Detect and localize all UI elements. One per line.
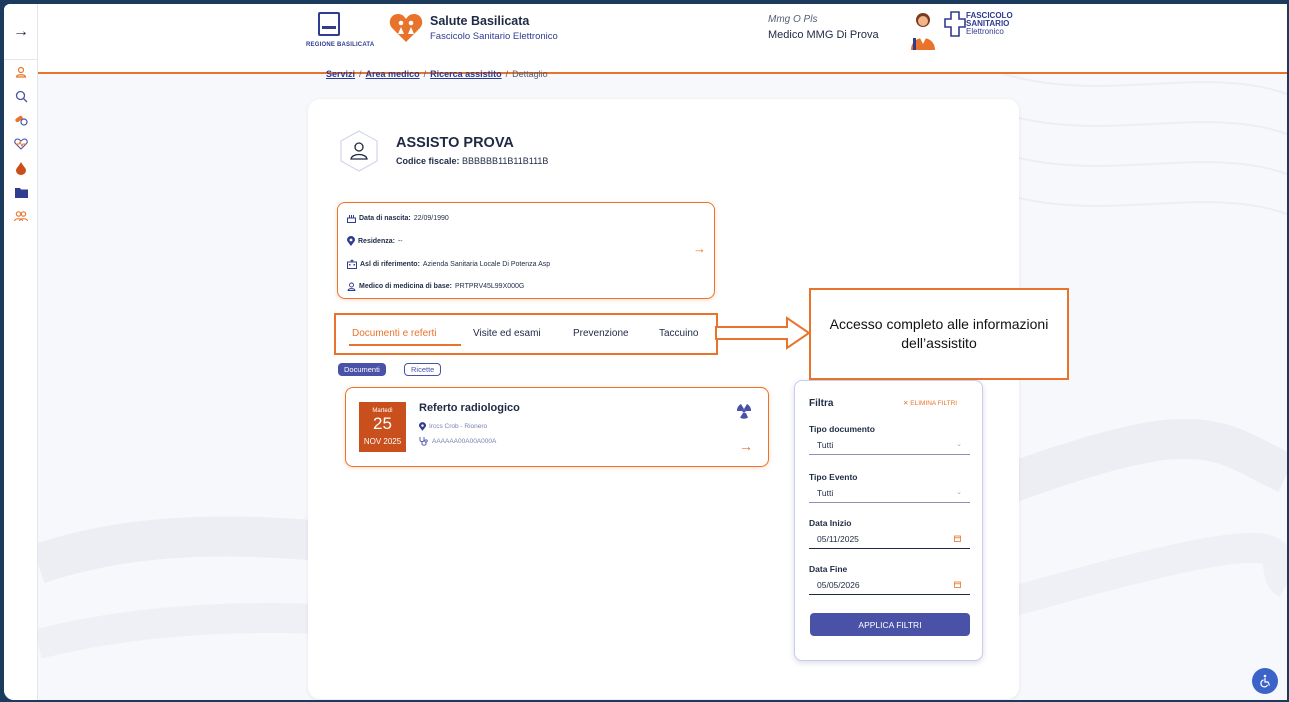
birth-date-row: Data di nascita: 22/09/1990 <box>347 214 449 223</box>
tab-visite-esami[interactable]: Visite ed esami <box>473 328 541 339</box>
sidebar: → <box>4 4 38 700</box>
folder-icon <box>14 187 28 198</box>
tab-prevenzione[interactable]: Prevenzione <box>573 328 629 339</box>
wheelchair-icon <box>1260 674 1271 688</box>
sidebar-item-health[interactable] <box>11 134 31 154</box>
document-card[interactable]: Martedì 25 NOV 2025 Referto radiologico … <box>345 387 769 467</box>
document-title: Referto radiologico <box>419 402 520 414</box>
sidebar-item-family[interactable] <box>11 206 31 226</box>
start-date-input[interactable]: 05/11/2025 <box>809 529 970 549</box>
doc-type-select[interactable]: Tutti ⌄ <box>809 435 970 455</box>
arrow-right-icon: → <box>13 22 29 40</box>
close-icon: ✕ <box>903 400 909 407</box>
radiation-icon <box>736 404 752 419</box>
apply-filters-button[interactable]: APPLICA FILTRI <box>810 613 970 636</box>
breadcrumb-current: Dettaglio <box>512 69 548 79</box>
arrow-right-icon[interactable]: → <box>693 241 706 256</box>
callout-arrow <box>715 316 811 350</box>
end-date-input[interactable]: 05/05/2026 <box>809 575 970 595</box>
calendar-icon <box>954 535 961 542</box>
breadcrumb-area-medico[interactable]: Area medico <box>366 69 420 79</box>
chevron-down-icon: ⌄ <box>956 441 962 448</box>
tabs-highlight-box: Documenti e referti Visite ed esami Prev… <box>334 313 718 355</box>
sidebar-toggle-button[interactable]: → <box>4 4 38 60</box>
event-type-label: Tipo Evento <box>809 472 858 482</box>
person-icon <box>347 282 356 291</box>
filter-title: Filtra <box>809 398 834 409</box>
fse-logo[interactable]: FASCICOLO SANITARIO Elettronico <box>944 10 1024 46</box>
document-date-tile: Martedì 25 NOV 2025 <box>359 402 406 452</box>
regione-emblem-icon <box>318 12 340 36</box>
doctor-avatar[interactable] <box>908 10 938 50</box>
sidebar-item-prescriptions[interactable] <box>11 110 31 130</box>
sidebar-item-search[interactable] <box>11 86 31 106</box>
users-icon <box>14 211 28 222</box>
location-pin-icon <box>419 422 426 431</box>
breadcrumb-ricerca-assistito[interactable]: Ricerca assistito <box>430 69 502 79</box>
active-tab-indicator <box>349 344 461 346</box>
user-name[interactable]: Medico MMG Di Prova <box>768 29 879 41</box>
user-icon <box>15 66 27 78</box>
event-type-select[interactable]: Tutti ⌄ <box>809 483 970 503</box>
residence-row: Residenza: -- <box>347 236 403 246</box>
prescriptions-filter-pill[interactable]: Ricette <box>404 363 442 376</box>
regione-basilicata-logo[interactable]: REGIONE BASILICATA <box>306 12 374 54</box>
sidebar-item-blood[interactable] <box>11 158 31 178</box>
salute-basilicata-logo[interactable] <box>388 12 424 44</box>
app-title: Salute Basilicata <box>430 14 530 28</box>
tab-taccuino[interactable]: Taccuino <box>659 328 698 339</box>
patient-fiscal-code: Codice fiscale: BBBBBB11B11B111B <box>396 156 549 166</box>
breadcrumb: Servizi / Area medico / Ricerca assistito / De… <box>326 69 548 79</box>
chevron-down-icon: ⌄ <box>956 489 962 496</box>
patient-name: ASSISTO PROVA <box>396 135 514 151</box>
doctor-row: Medico di medicina di base: PRTPRV45L99X0… <box>347 282 524 291</box>
cake-icon <box>347 215 356 223</box>
tab-documenti-referti[interactable]: Documenti e referti <box>352 328 436 339</box>
fse-cross-icon <box>944 11 966 37</box>
blood-drop-icon <box>16 161 26 175</box>
hospital-icon <box>347 259 357 269</box>
asl-row: Asl di riferimento: Azienda Sanitaria Loc… <box>347 259 550 269</box>
clear-filters-button[interactable]: ✕ ELIMINA FILTRI <box>903 399 957 407</box>
breadcrumb-servizi[interactable]: Servizi <box>326 69 355 79</box>
pills-icon <box>15 115 28 126</box>
stethoscope-icon <box>419 437 428 446</box>
region-label: REGIONE BASILICATA <box>306 42 375 48</box>
patient-avatar <box>340 130 378 172</box>
documents-filter-pill[interactable]: Documenti <box>338 363 386 376</box>
end-date-label: Data Fine <box>809 564 848 574</box>
annotation-callout: Accesso completo alle informazioni dell’… <box>809 288 1069 380</box>
calendar-icon <box>954 581 961 588</box>
arrow-right-icon[interactable]: → <box>739 438 753 454</box>
user-role: Mmg O Pls <box>768 14 818 25</box>
fse-logo-text: FASCICOLO SANITARIO Elettronico <box>966 11 1013 36</box>
sidebar-item-documents[interactable] <box>11 182 31 202</box>
app-header: REGIONE BASILICATA Salute Basilicata Fas… <box>38 4 1287 74</box>
doc-type-label: Tipo documento <box>809 424 875 434</box>
document-code: AAAAAA00A00A000A <box>419 436 496 446</box>
accessibility-button[interactable] <box>1252 668 1278 694</box>
sidebar-item-user[interactable] <box>11 62 31 82</box>
heart-pulse-icon <box>14 138 28 150</box>
location-pin-icon <box>347 236 355 246</box>
filter-panel: Filtra ✕ ELIMINA FILTRI Tipo documento T… <box>794 380 983 661</box>
app-subtitle: Fascicolo Sanitario Elettronico <box>430 31 558 42</box>
start-date-label: Data Inizio <box>809 518 852 528</box>
search-icon <box>15 90 27 102</box>
document-location: Irccs Crob - Rionero <box>419 422 487 431</box>
app-frame: → REGIONE BASILICATA Salute Basilicata F… <box>4 4 1287 700</box>
patient-info-card[interactable]: Data di nascita: 22/09/1990 Residenza: -- … <box>337 202 715 299</box>
